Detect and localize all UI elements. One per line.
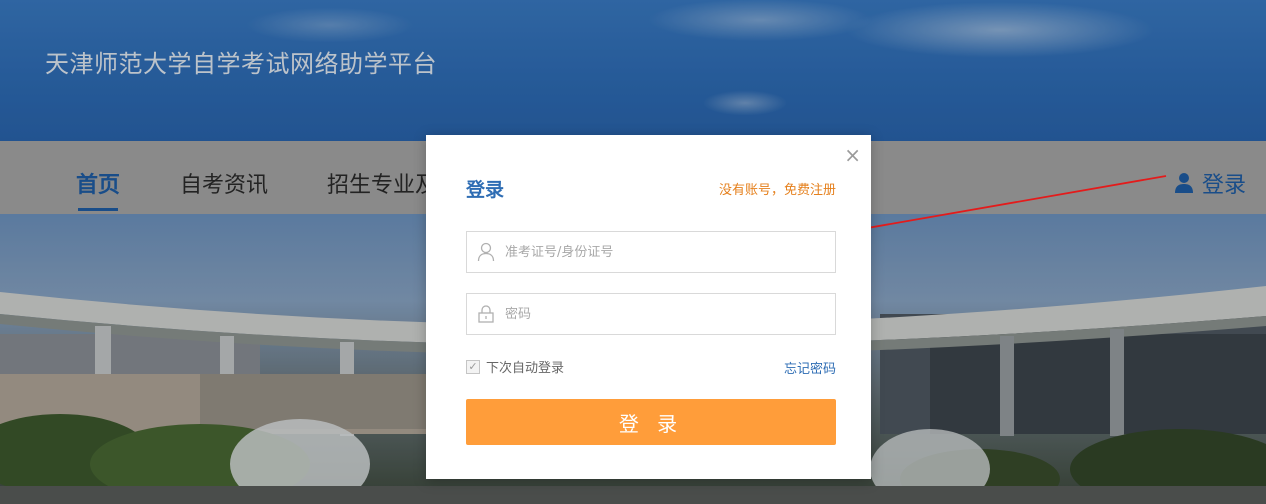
remember-label: 下次自动登录 bbox=[486, 361, 565, 376]
username-input[interactable] bbox=[505, 233, 835, 271]
login-modal: × 登录 没有账号，免费注册 ✓ 下次自动登录 忘记密码 登 录 bbox=[426, 135, 871, 479]
lock-icon bbox=[467, 294, 505, 334]
forgot-password-link[interactable]: 忘记密码 bbox=[784, 358, 836, 377]
close-icon[interactable]: × bbox=[844, 145, 861, 165]
register-link[interactable]: 没有账号，免费注册 bbox=[719, 179, 836, 198]
login-submit-button[interactable]: 登 录 bbox=[466, 399, 836, 445]
password-field[interactable] bbox=[466, 293, 836, 335]
remember-me[interactable]: ✓ 下次自动登录 bbox=[466, 357, 564, 376]
password-input[interactable] bbox=[505, 295, 835, 333]
remember-checkbox[interactable]: ✓ bbox=[466, 359, 480, 374]
username-field[interactable] bbox=[466, 231, 836, 273]
modal-title: 登录 bbox=[466, 179, 505, 201]
user-outline-icon bbox=[467, 232, 505, 272]
